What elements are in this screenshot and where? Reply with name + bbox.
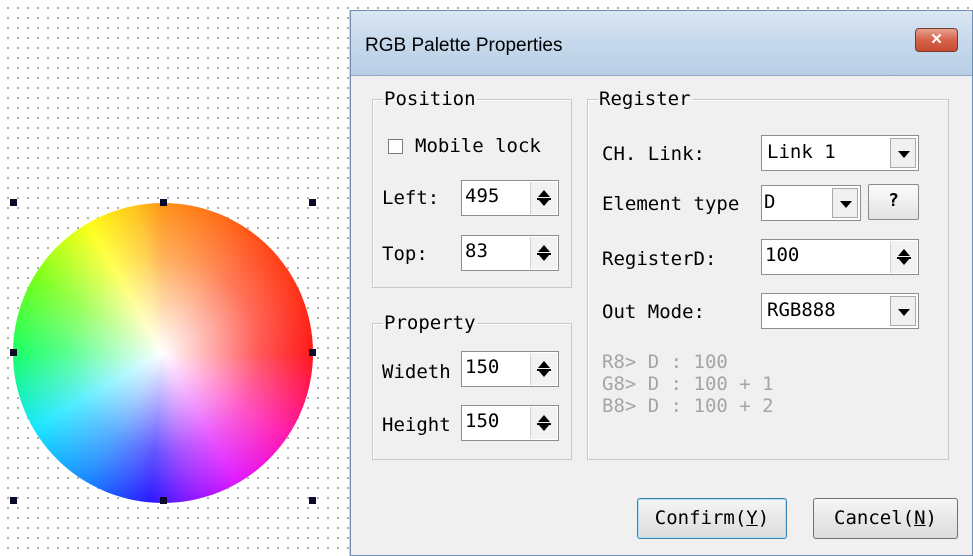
width-spinner[interactable]: 150 bbox=[461, 351, 559, 387]
register-mapping-g: G8> D : 100 + 1 bbox=[602, 373, 774, 395]
property-legend: Property bbox=[384, 312, 476, 334]
out-mode-select[interactable]: RGB888 bbox=[761, 293, 919, 329]
top-value: 83 bbox=[465, 240, 488, 262]
element-type-help-button[interactable]: ? bbox=[868, 184, 919, 220]
resize-handle-top-right[interactable] bbox=[309, 199, 316, 206]
top-spinner[interactable]: 83 bbox=[461, 235, 559, 271]
top-label: Top: bbox=[382, 243, 428, 265]
title-bar[interactable]: RGB Palette Properties ✕ bbox=[351, 11, 972, 76]
chevron-down-icon[interactable] bbox=[890, 296, 916, 326]
element-type-select[interactable]: D bbox=[761, 185, 861, 221]
out-mode-label: Out Mode: bbox=[602, 301, 705, 323]
mobile-lock-checkbox[interactable] bbox=[388, 139, 403, 154]
left-label: Left: bbox=[382, 187, 440, 209]
height-label: Height bbox=[382, 414, 451, 436]
width-label: Wideth bbox=[382, 361, 451, 383]
out-mode-value: RGB888 bbox=[767, 299, 836, 321]
left-value: 495 bbox=[465, 185, 500, 207]
resize-handle-bottom[interactable] bbox=[160, 497, 167, 504]
resize-handle-top-left[interactable] bbox=[10, 199, 17, 206]
resize-handle-bottom-left[interactable] bbox=[10, 497, 17, 504]
ch-link-select[interactable]: Link 1 bbox=[761, 135, 919, 171]
register-mapping-r: R8> D : 100 bbox=[602, 351, 728, 373]
resize-handle-right[interactable] bbox=[309, 349, 316, 356]
chevron-down-icon[interactable] bbox=[832, 188, 858, 218]
chevron-down-icon[interactable] bbox=[890, 138, 916, 168]
element-type-value: D bbox=[764, 191, 776, 213]
register-mapping-b: B8> D : 100 + 2 bbox=[602, 395, 774, 417]
register-value: 100 bbox=[765, 244, 800, 266]
height-value: 150 bbox=[465, 410, 500, 432]
height-spin-arrows[interactable] bbox=[530, 407, 557, 439]
register-legend: Register bbox=[599, 88, 691, 110]
width-value: 150 bbox=[465, 356, 500, 378]
top-spin-arrows[interactable] bbox=[530, 237, 557, 269]
register-spinner[interactable]: 100 bbox=[761, 239, 919, 275]
register-label: RegisterD: bbox=[602, 248, 717, 270]
confirm-button[interactable]: Confirm(Y) bbox=[637, 498, 787, 539]
question-icon: ? bbox=[888, 190, 899, 211]
width-spin-arrows[interactable] bbox=[530, 353, 557, 385]
left-spin-arrows[interactable] bbox=[530, 182, 557, 214]
left-spinner[interactable]: 495 bbox=[461, 180, 559, 216]
close-button[interactable]: ✕ bbox=[915, 28, 958, 52]
close-icon: ✕ bbox=[930, 31, 943, 48]
position-legend: Position bbox=[384, 88, 476, 110]
resize-handle-bottom-right[interactable] bbox=[309, 497, 316, 504]
element-type-label: Element type bbox=[602, 193, 740, 215]
cancel-button[interactable]: Cancel(N) bbox=[813, 498, 958, 539]
rgb-palette-properties-dialog: RGB Palette Properties ✕ Position Mobile… bbox=[350, 10, 973, 556]
ch-link-label: CH. Link: bbox=[602, 143, 705, 165]
resize-handle-top[interactable] bbox=[160, 199, 167, 206]
color-wheel[interactable] bbox=[13, 203, 313, 503]
rgb-palette-widget[interactable] bbox=[13, 203, 313, 503]
dialog-title: RGB Palette Properties bbox=[365, 35, 563, 56]
ch-link-value: Link 1 bbox=[767, 141, 836, 163]
mobile-lock-label[interactable]: Mobile lock bbox=[415, 135, 567, 157]
resize-handle-left[interactable] bbox=[10, 349, 17, 356]
register-spin-arrows[interactable] bbox=[890, 241, 917, 273]
height-spinner[interactable]: 150 bbox=[461, 405, 559, 441]
